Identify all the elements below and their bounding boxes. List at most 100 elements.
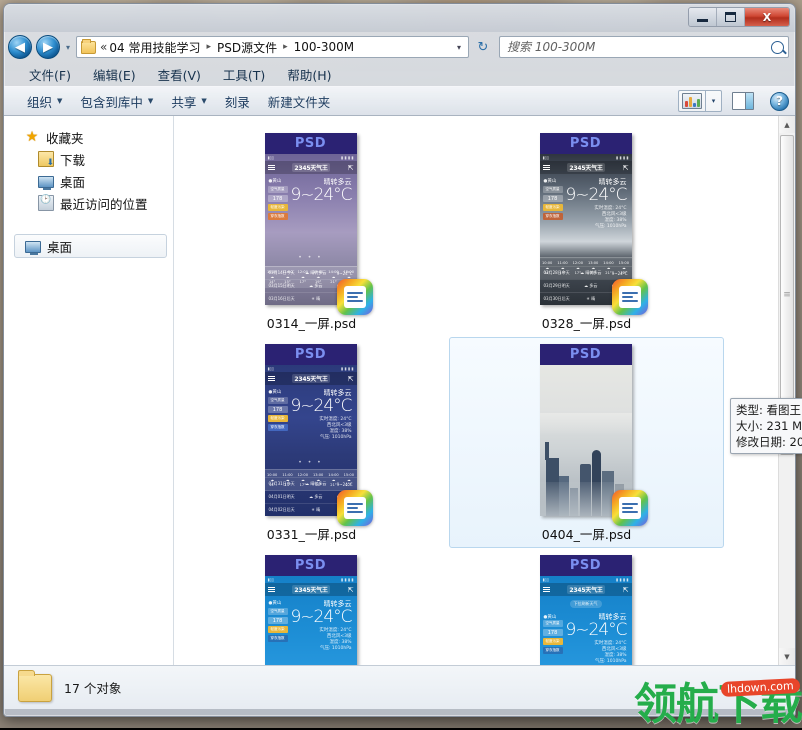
breadcrumb-separator-1[interactable]: ▸ bbox=[278, 42, 293, 52]
chevron-down-icon: ▼ bbox=[57, 97, 62, 105]
share-icon: ⇱ bbox=[348, 586, 354, 594]
file-item[interactable]: PSD ▮▯▯▮ ▮ ▮ ▮ 2345天气王 ⇱ ●黄山 bbox=[174, 126, 449, 337]
file-item[interactable]: PSD ▮▯▯▮ ▮ ▮ ▮ 2345天气王 ⇱ ●黄山 bbox=[174, 548, 449, 665]
psd-app-badge-icon bbox=[612, 490, 648, 526]
view-options-icon bbox=[682, 93, 702, 109]
file-name-label: 0404_一屏.psd bbox=[542, 524, 631, 543]
sidebar-item-desktop[interactable]: 桌面 bbox=[4, 170, 173, 192]
phone-status-bar: ▮▯▯▮ ▮ ▮ ▮ bbox=[540, 576, 632, 583]
thumbnail-wrapper: PSD ▮▯▯▮ ▮ ▮ ▮ 2345天气王 ⇱ ●黄山 bbox=[265, 133, 359, 305]
psd-app-badge-icon bbox=[612, 279, 648, 315]
vertical-scrollbar[interactable]: ▲ ▼ bbox=[778, 116, 795, 665]
chevron-down-icon: ▼ bbox=[201, 97, 206, 105]
maximize-button[interactable] bbox=[717, 8, 745, 26]
navigation-pane: ★ 收藏夹 下载 桌面 最近访问的位置 桌面 bbox=[4, 116, 174, 665]
psd-label: PSD bbox=[265, 555, 357, 576]
psd-label: PSD bbox=[540, 555, 632, 576]
tooltip-line-size: 大小: 231 M bbox=[736, 418, 802, 434]
sidebar-item-favorites[interactable]: ★ 收藏夹 bbox=[4, 126, 173, 148]
breadcrumb-item-2[interactable]: 100-300M bbox=[293, 40, 356, 54]
folder-icon bbox=[18, 674, 52, 702]
psd-label: PSD bbox=[265, 133, 357, 154]
menu-icon bbox=[543, 585, 550, 593]
city-label: ●黄山 bbox=[269, 389, 282, 395]
preview-pane-button[interactable] bbox=[732, 92, 754, 110]
sidebar-item-label: 桌面 bbox=[60, 172, 85, 191]
forward-button[interactable]: ▶ bbox=[36, 35, 60, 59]
menu-view[interactable]: 查看(V) bbox=[147, 63, 212, 86]
share-icon: ⇱ bbox=[623, 164, 629, 172]
tooltip-line-type: 类型: 看图王 bbox=[736, 402, 802, 418]
search-box[interactable] bbox=[499, 36, 789, 58]
close-button[interactable]: X bbox=[745, 8, 789, 26]
desktop-icon bbox=[25, 241, 41, 253]
thumbnail-wrapper: PSD ▮▯▯▮ ▮ ▮ ▮ 2345天气王 ⇱ ●黄山 bbox=[265, 555, 359, 665]
search-input[interactable] bbox=[507, 40, 767, 54]
thumbnail-wrapper: PSD ▮▯▯▮ ▮ ▮ ▮ 2345天气王 ⇱ ●黄山 bbox=[540, 133, 634, 305]
help-icon[interactable]: ? bbox=[770, 92, 789, 111]
sidebar-divider bbox=[4, 224, 173, 234]
breadcrumb[interactable]: « 04 常用技能学习 ▸ PSD源文件 ▸ 100-300M ▾ bbox=[76, 36, 469, 58]
psd-app-badge-icon bbox=[337, 490, 373, 526]
temperature-label: 9~24°C bbox=[565, 620, 626, 640]
scroll-down-button[interactable]: ▼ bbox=[779, 648, 795, 665]
burn-button[interactable]: 刻录 bbox=[216, 89, 259, 114]
sidebar-item-recent-places[interactable]: 最近访问的位置 bbox=[4, 192, 173, 214]
include-in-library-button[interactable]: 包含到库中 ▼ bbox=[71, 89, 162, 114]
tooltip-line-modified: 修改日期: 20 bbox=[736, 434, 802, 450]
star-icon: ★ bbox=[24, 129, 40, 145]
phone-status-bar: ▮▯▯▮ ▮ ▮ ▮ bbox=[265, 154, 357, 161]
aqi-chips: 空气质量 178 轻度污染 穿衣指数 bbox=[543, 620, 563, 656]
app-brand-label: 2345天气王 bbox=[567, 585, 604, 594]
new-folder-button[interactable]: 新建文件夹 bbox=[259, 89, 340, 114]
view-dropdown-icon[interactable]: ▾ bbox=[705, 91, 721, 111]
phone-status-bar: ▮▯▯▮ ▮ ▮ ▮ bbox=[265, 365, 357, 372]
breadcrumb-root-chevron[interactable]: « bbox=[99, 40, 108, 54]
back-button[interactable]: ◀ bbox=[8, 35, 32, 59]
share-icon: ⇱ bbox=[348, 375, 354, 383]
change-view-button[interactable]: ▾ bbox=[678, 90, 722, 112]
file-row: PSD ▮▯▯▮ ▮ ▮ ▮ 2345天气王 ⇱ ●黄山 bbox=[174, 548, 778, 665]
menu-file[interactable]: 文件(F) bbox=[18, 63, 82, 86]
recent-places-icon bbox=[38, 195, 54, 211]
app-bar: 2345天气王 ⇱ bbox=[265, 161, 357, 174]
sidebar-item-label: 最近访问的位置 bbox=[60, 194, 148, 213]
file-item[interactable]: PSD ▮▯▯▮ ▮ ▮ ▮ 2345天气王 ⇱ ●黄山 bbox=[174, 337, 449, 548]
app-bar: 2345天气王 ⇱ bbox=[540, 583, 632, 596]
page-dots: • • • bbox=[298, 459, 322, 466]
file-row: PSD ▮▯▯▮ ▮ ▮ ▮ 2345天气王 ⇱ ●黄山 bbox=[174, 337, 778, 548]
breadcrumb-item-1[interactable]: PSD源文件 bbox=[216, 39, 278, 56]
psd-label: PSD bbox=[265, 344, 357, 365]
menu-icon bbox=[268, 585, 275, 593]
desktop-icon bbox=[38, 176, 54, 188]
share-button[interactable]: 共享 ▼ bbox=[162, 89, 215, 114]
phone-status-bar: ▮▯▯▮ ▮ ▮ ▮ bbox=[540, 154, 632, 161]
sidebar-item-downloads[interactable]: 下载 bbox=[4, 148, 173, 170]
temperature-label: 9~24°C bbox=[290, 607, 351, 627]
recent-pages-dropdown[interactable]: ▾ bbox=[64, 43, 72, 52]
file-list-pane[interactable]: PSD ▮▯▯▮ ▮ ▮ ▮ 2345天气王 ⇱ ●黄山 bbox=[174, 116, 795, 665]
app-bar: 2345天气王 ⇱ bbox=[265, 583, 357, 596]
sidebar-item-desktop-root[interactable]: 桌面 bbox=[14, 234, 167, 258]
organize-button[interactable]: 组织 ▼ bbox=[18, 89, 71, 114]
breadcrumb-item-0[interactable]: 04 常用技能学习 bbox=[108, 39, 201, 56]
temperature-label: 9~24°C bbox=[290, 396, 351, 416]
title-bar[interactable]: X bbox=[4, 4, 795, 32]
sidebar-item-label: 下载 bbox=[60, 150, 85, 169]
app-brand-label: 2345天气王 bbox=[292, 163, 329, 172]
breadcrumb-dropdown-icon[interactable]: ▾ bbox=[452, 43, 466, 52]
file-item[interactable]: PSD ▮▯▯▮ ▮ ▮ ▮ 2345天气王 ⇱ ●黄山 bbox=[449, 126, 724, 337]
psd-label: PSD bbox=[540, 344, 632, 365]
refresh-icon[interactable]: ↻ bbox=[473, 36, 493, 58]
menu-help[interactable]: 帮助(H) bbox=[276, 63, 342, 86]
breadcrumb-separator-0[interactable]: ▸ bbox=[201, 42, 216, 52]
scroll-up-button[interactable]: ▲ bbox=[779, 116, 795, 133]
phone-status-bar: ▮▯▯▮ ▮ ▮ ▮ bbox=[265, 576, 357, 583]
minimize-button[interactable] bbox=[689, 8, 717, 26]
menu-edit[interactable]: 编辑(E) bbox=[82, 63, 147, 86]
file-item[interactable]: PSD ▮▯▯▮ ▮ ▮ ▮ 2345天气王 ⇱ 下拉刷新天气 bbox=[449, 548, 724, 665]
aqi-chips: 空气质量 178 轻度污染 穿衣指数 bbox=[268, 186, 288, 222]
city-label: ●黄山 bbox=[269, 178, 282, 184]
menu-tools[interactable]: 工具(T) bbox=[212, 63, 276, 86]
file-item-selected[interactable]: PSD bbox=[449, 337, 724, 548]
